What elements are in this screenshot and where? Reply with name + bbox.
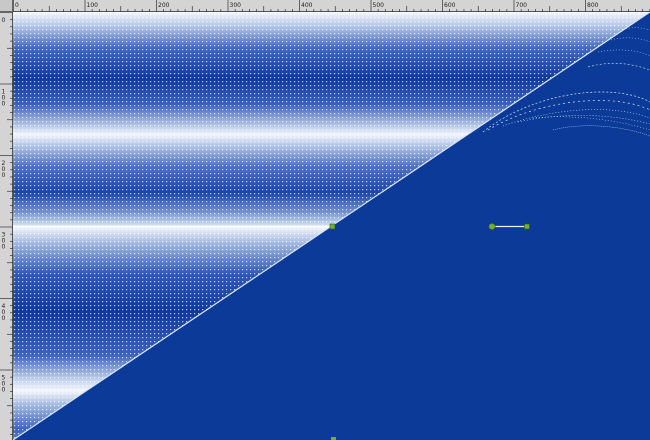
ruler-label: 0: [2, 101, 6, 108]
ruler-label: 500: [373, 2, 385, 9]
ruler-label: 400: [301, 2, 313, 9]
ruler-label: 800: [587, 2, 599, 9]
ruler-label: 0: [2, 315, 6, 322]
ruler-corner[interactable]: [0, 0, 13, 12]
horizontal-ruler[interactable]: 0 100 200 300 400 500 600 700 800: [13, 0, 650, 12]
ruler-label: 0: [2, 172, 6, 179]
vertical-ruler[interactable]: 0100200300400500: [0, 12, 13, 440]
ruler-label: 0: [2, 244, 6, 251]
anchor-node-handle[interactable]: [329, 223, 336, 230]
ruler-label: 0: [15, 2, 19, 9]
ruler-label: 0: [2, 17, 6, 24]
ruler-label: 300: [230, 2, 242, 9]
ruler-label: 100: [87, 2, 99, 9]
ruler-label: 0: [2, 387, 6, 394]
image-canvas[interactable]: [13, 12, 650, 440]
image-editor: 0 100 200 300 400 500 600 700 800 0 100 200 300 400 5…: [0, 0, 650, 440]
ruler-label: 600: [444, 2, 456, 9]
ruler-label: 700: [516, 2, 528, 9]
ruler-label: 200: [158, 2, 170, 9]
